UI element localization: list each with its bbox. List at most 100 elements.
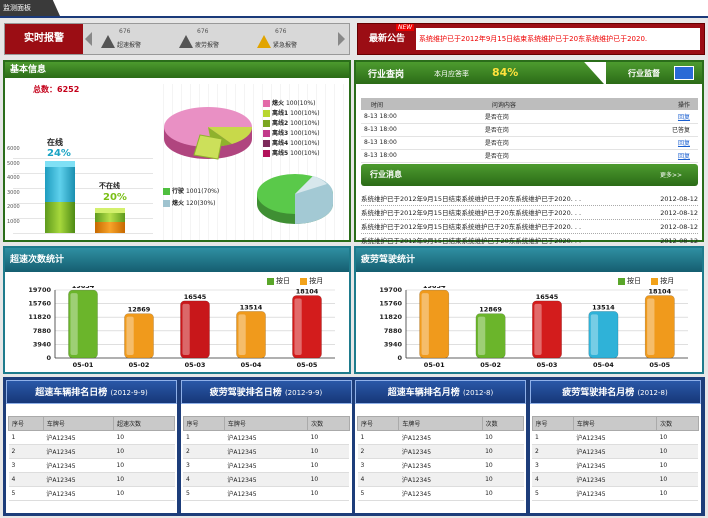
table-row[interactable]: 3 沪A12345 10 bbox=[357, 458, 524, 473]
ranking-title[interactable]: 疲劳驾驶排名日榜 (2012-9-9) bbox=[180, 380, 352, 404]
ranking-date: (2012-8) bbox=[637, 389, 668, 397]
query-time: 8-13 18:00 bbox=[361, 136, 482, 150]
ranking-cell: 沪A12345 bbox=[224, 486, 308, 501]
ranking-cell: 4 bbox=[8, 472, 44, 487]
speeding-bar-chart: 0 3940 7880 11820 15760 19700 19654 05-01 12869 0… bbox=[28, 286, 335, 369]
emergency-alarm[interactable]: 676 紧急报警 bbox=[253, 26, 311, 52]
table-row[interactable]: 2 沪A12345 10 bbox=[357, 444, 524, 459]
panel-tab[interactable]: 监测面板 bbox=[0, 0, 60, 16]
ranking-cell: 1 bbox=[183, 430, 225, 445]
table-row[interactable]: 3 沪A12345 10 bbox=[8, 458, 175, 473]
list-item[interactable]: 系统维护已于2012年9月15日结束系统维护已于20东系统维护已于2020. .… bbox=[361, 220, 698, 234]
table-row[interactable]: 5 沪A12345 10 bbox=[8, 486, 175, 501]
monitor-icon[interactable] bbox=[674, 66, 694, 80]
table-row[interactable]: 4 沪A12345 10 bbox=[532, 472, 698, 487]
ytick-label: 19700 bbox=[379, 286, 402, 294]
ranking-table: 序号 车牌号 次数 1 沪A12345 10 2 沪A12345 10 3 沪A12345 10 4 沪A… bbox=[182, 416, 350, 501]
legend-month-label[interactable]: 按月 bbox=[309, 277, 323, 285]
ranking-cell: 5 bbox=[532, 486, 574, 501]
list-item[interactable]: 系统维护已于2012年9月15日结束系统维护已于20东系统维护已于2020. .… bbox=[361, 206, 698, 220]
ranking-title[interactable]: 疲劳驾驶排名月榜 (2012-8) bbox=[529, 380, 701, 404]
legend-name: 熄火 bbox=[272, 100, 285, 107]
speeding-chart-panel: 超速次数统计 按日 按月 0 3940 7880 11820 15760 19700 196… bbox=[3, 246, 351, 374]
status-pie-chart bbox=[164, 107, 253, 160]
table-row: 8-13 18:00 是否在岗 已答复 bbox=[361, 123, 698, 137]
table-row[interactable]: 1 沪A12345 10 bbox=[8, 430, 175, 445]
legend-swatch bbox=[263, 150, 270, 157]
table-row[interactable]: 2 沪A12345 10 bbox=[183, 444, 349, 459]
ytick-label: 15760 bbox=[28, 300, 51, 308]
speeding-alarm[interactable]: 676 超速报警 bbox=[97, 26, 155, 52]
table-row[interactable]: 1 沪A12345 10 bbox=[183, 430, 349, 445]
ranking-cell: 2 bbox=[8, 444, 44, 459]
ranking-col: 序号 bbox=[8, 416, 44, 431]
ranking-col: 序号 bbox=[182, 416, 225, 431]
legend-day-label[interactable]: 按日 bbox=[276, 277, 290, 285]
offline-bar-bottom bbox=[95, 222, 125, 233]
table-row[interactable]: 4 沪A12345 10 bbox=[357, 472, 524, 487]
online-chart-yaxis: 6000 5000 4000 3000 2000 1000 bbox=[7, 146, 23, 234]
next-arrow-icon[interactable] bbox=[338, 32, 345, 46]
ranking-cell: 5 bbox=[8, 486, 44, 501]
table-row: 8-13 18:00 是否在岗 回复 bbox=[361, 149, 698, 163]
query-op[interactable]: 回复 bbox=[596, 110, 698, 124]
query-time: 8-13 18:00 bbox=[361, 123, 482, 137]
ytick-label: 0 bbox=[397, 354, 402, 362]
fatigue-alarm[interactable]: 676 疲劳报警 bbox=[175, 26, 233, 52]
table-row[interactable]: 2 沪A12345 10 bbox=[532, 444, 698, 459]
ytick-label: 7880 bbox=[384, 327, 403, 335]
ranking-table: 序号 车牌号 次数 1 沪A12345 10 2 沪A12345 10 3 沪A12345 10 4 沪A… bbox=[531, 416, 699, 501]
ranking-cell: 沪A12345 bbox=[398, 472, 483, 487]
query-op[interactable]: 已答复 bbox=[596, 123, 698, 137]
new-badge: NEW bbox=[396, 24, 415, 31]
ranking-cell: 3 bbox=[8, 458, 44, 473]
legend-item: 离线1 100(10%) bbox=[263, 108, 320, 118]
online-pct: 24% bbox=[47, 148, 71, 159]
table-row[interactable]: 1 沪A12345 10 bbox=[532, 430, 698, 445]
table-row[interactable]: 5 沪A12345 10 bbox=[183, 486, 349, 501]
ranking-col: 序号 bbox=[356, 416, 400, 431]
query-op[interactable]: 回复 bbox=[596, 136, 698, 150]
ranking-cell: 2 bbox=[357, 444, 399, 459]
supervise-label: 行业监督 bbox=[628, 69, 660, 78]
ranking-cell: 10 bbox=[113, 458, 175, 473]
fatigue-alarm-label: 疲劳报警 bbox=[195, 42, 220, 49]
table-row[interactable]: 3 沪A12345 10 bbox=[183, 458, 349, 473]
table-row[interactable]: 5 沪A12345 10 bbox=[532, 486, 698, 501]
prev-arrow-icon[interactable] bbox=[85, 32, 92, 46]
ytick-label: 19700 bbox=[28, 286, 51, 294]
ranking-cell: 沪A12345 bbox=[398, 458, 483, 473]
bar-highlight bbox=[421, 293, 429, 355]
xtick-label: 05-01 bbox=[424, 361, 445, 369]
answer-rate-label: 本月应答率 bbox=[434, 70, 469, 78]
ytick-label: 5000 bbox=[7, 160, 20, 167]
legend-swatch bbox=[163, 188, 170, 195]
query-op[interactable]: 回复 bbox=[596, 149, 698, 163]
ranking-cell: 沪A12345 bbox=[573, 486, 657, 501]
ranking-title[interactable]: 超速车辆排名月榜 (2012-8) bbox=[355, 380, 526, 404]
ytick-label: 7880 bbox=[33, 327, 52, 335]
news-date: 2012-08-12 bbox=[660, 223, 698, 231]
legend-month-label[interactable]: 按月 bbox=[660, 277, 674, 285]
notice-marquee[interactable]: 系统维护已于2012年9月15日结束系统维护已于20东系统维护已于2020. bbox=[416, 28, 700, 50]
ranking-col: 车牌号 bbox=[223, 416, 309, 431]
ranking-cell: 沪A12345 bbox=[573, 444, 657, 459]
xtick-label: 05-02 bbox=[129, 361, 150, 369]
list-item[interactable]: 系统维护已于2012年9月15日结束系统维护已于20东系统维护已于2020. .… bbox=[361, 192, 698, 206]
table-row[interactable]: 5 沪A12345 10 bbox=[357, 486, 524, 501]
data-label: 12869 bbox=[128, 306, 151, 314]
online-label: 在线 bbox=[47, 138, 63, 147]
table-row[interactable]: 4 沪A12345 10 bbox=[8, 472, 175, 487]
ranking-col: 序号 bbox=[531, 416, 574, 431]
ranking-title[interactable]: 超速车辆排名日榜 (2012-9-9) bbox=[6, 380, 177, 404]
news-more-link[interactable]: 更多>> bbox=[660, 170, 682, 179]
legend-day-label[interactable]: 按日 bbox=[627, 277, 641, 285]
table-row[interactable]: 4 沪A12345 10 bbox=[183, 472, 349, 487]
table-row[interactable]: 1 沪A12345 10 bbox=[357, 430, 524, 445]
ranking-date: (2012-9-9) bbox=[284, 389, 323, 397]
warning-triangle-icon bbox=[101, 35, 115, 48]
table-row[interactable]: 2 沪A12345 10 bbox=[8, 444, 175, 459]
latest-notice-bar: 最新公告 NEW 系统维护已于2012年9月15日结束系统维护已于20东系统维护… bbox=[357, 23, 705, 55]
table-row[interactable]: 3 沪A12345 10 bbox=[532, 458, 698, 473]
xtick-label: 05-04 bbox=[241, 361, 262, 369]
